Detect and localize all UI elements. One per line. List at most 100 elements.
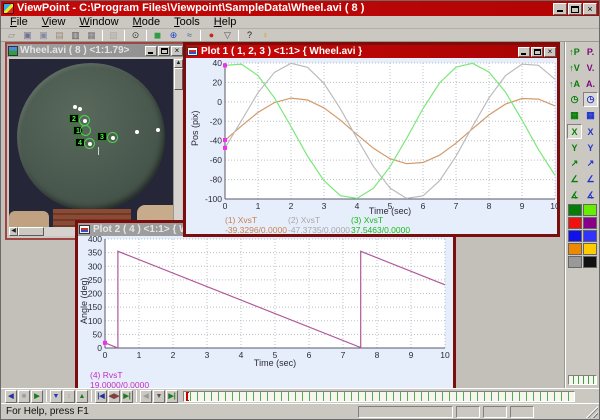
time-clock-a-button[interactable]: ◷	[567, 92, 582, 107]
main-title-bar[interactable]: ViewPoint - C:\Program Files\Viewpoint\S…	[1, 1, 599, 16]
marker-icon[interactable]: ●	[204, 29, 219, 41]
horizontal-scroll-thumb[interactable]	[18, 227, 44, 236]
menu-mode[interactable]: Mode	[126, 16, 168, 29]
data-table-b-button[interactable]: ▦	[583, 108, 598, 123]
frame-hold-button[interactable]: ↕	[63, 389, 75, 403]
plot-curve-icon[interactable]: ≈	[182, 29, 197, 41]
speed-up-button[interactable]: ▲	[76, 389, 88, 403]
key-tip-icon[interactable]: ♀	[258, 29, 273, 41]
stop-button[interactable]: ■	[18, 389, 30, 403]
timeline-position-cursor[interactable]	[186, 391, 189, 401]
frame-timeline[interactable]	[183, 390, 575, 402]
x-axis-b-button[interactable]: X	[583, 124, 598, 139]
marker-label-3: 3	[97, 132, 107, 141]
vector-a-button[interactable]: ↗	[567, 156, 582, 171]
filter-icon[interactable]: ▽	[220, 29, 235, 41]
marker-dot	[111, 136, 115, 140]
plot1-title-bar[interactable]: Plot 1 ( 1, 2, 3 ) <1:1> { Wheel.avi } ×	[186, 45, 557, 58]
last-frame-button[interactable]: ▶|	[121, 389, 133, 403]
color-swatch-3-1[interactable]	[583, 243, 597, 255]
color-swatch-0-0[interactable]	[568, 204, 582, 216]
plot-position-a-button[interactable]: ↑P	[567, 44, 582, 59]
export-icon[interactable]: ▤	[52, 29, 67, 41]
video-window: Wheel.avi ( 8 ) <1:1.79> × 2143 ▲ ◀	[5, 42, 186, 240]
menu-window[interactable]: Window	[72, 16, 125, 29]
play-forward-button[interactable]: ▶	[31, 389, 43, 403]
play-reverse-button[interactable]: ◀	[5, 389, 17, 403]
color-swatch-3-0[interactable]	[568, 243, 582, 255]
svg-text:200: 200	[88, 289, 102, 299]
maximize-button[interactable]	[568, 2, 582, 15]
feature-dot	[78, 107, 82, 111]
step-back-button[interactable]: ◀	[140, 389, 152, 403]
minimize-button[interactable]	[553, 2, 567, 15]
menu-help[interactable]: Help	[207, 16, 244, 29]
print-icon[interactable]: ▥	[68, 29, 83, 41]
color-swatch-4-1[interactable]	[583, 256, 597, 268]
menu-file[interactable]: File	[3, 16, 35, 29]
video-frame-icon[interactable]: ◼	[150, 29, 165, 41]
video-vertical-scrollbar[interactable]: ▲	[173, 59, 183, 229]
video-minimize-button[interactable]	[145, 45, 157, 56]
mini-scale-ruler[interactable]	[568, 375, 597, 385]
properties-icon[interactable]: ▦	[84, 29, 99, 41]
svg-text:40: 40	[213, 58, 223, 68]
plot-position-b-button[interactable]: P.	[583, 44, 598, 59]
status-bar: For Help, press F1	[1, 403, 599, 419]
speed-down-button[interactable]: ▼	[50, 389, 62, 403]
vertical-scroll-thumb[interactable]	[174, 68, 183, 90]
plot1-x-axis-label: Time (sec)	[368, 206, 412, 216]
data-table-a-button[interactable]: ▦	[567, 108, 582, 123]
plot1-minimize-button[interactable]	[518, 46, 530, 57]
plot1-maximize-button[interactable]	[531, 46, 543, 57]
open-icon[interactable]: ▱	[4, 29, 19, 41]
angle-a-button[interactable]: ∠	[567, 172, 582, 187]
color-swatch-1-1[interactable]	[583, 217, 597, 229]
y-axis-b-button[interactable]: Y	[583, 140, 598, 155]
copy-icon[interactable]: ▧	[106, 29, 121, 41]
color-swatch-1-0[interactable]	[568, 217, 582, 229]
legend-entry: (4) RvsT 19.0000/0.0000	[90, 370, 150, 388]
video-frame-view[interactable]: 2143	[9, 59, 175, 231]
color-swatch-0-1[interactable]	[583, 204, 597, 216]
angle-arc-a-button[interactable]: ∡	[567, 188, 582, 203]
x-axis-a-button[interactable]: X	[567, 124, 582, 139]
context-help-icon[interactable]: ?	[242, 29, 257, 41]
vector-b-button[interactable]: ↗	[583, 156, 598, 171]
plot1-chart-area[interactable]: 0 1 2 3 4 5 6 7 8 9 1040200-20-40-60-80-100	[186, 58, 560, 211]
save-as-icon[interactable]: ▣	[36, 29, 51, 41]
plot-velocity-a-button[interactable]: ↑V	[567, 60, 582, 75]
mark-frame-button[interactable]: ▼	[153, 389, 165, 403]
menu-tools[interactable]: Tools	[167, 16, 207, 29]
video-maximize-button[interactable]	[158, 45, 170, 56]
scroll-up-arrow[interactable]: ▲	[174, 59, 183, 68]
resize-grip[interactable]	[586, 406, 598, 418]
legend-entry: (1) XvsT -39.3296/0.0000	[225, 215, 287, 235]
scroll-left-arrow[interactable]: ◀	[9, 227, 18, 236]
feature-dot	[156, 128, 160, 132]
angle-arc-b-button[interactable]: ∡	[583, 188, 598, 203]
angle-b-button[interactable]: ∠	[583, 172, 598, 187]
video-close-button[interactable]: ×	[171, 45, 183, 56]
color-swatch-2-0[interactable]	[568, 230, 582, 242]
color-swatch-4-0[interactable]	[568, 256, 582, 268]
video-window-title-bar[interactable]: Wheel.avi ( 8 ) <1:1.79> ×	[7, 44, 184, 57]
target-icon[interactable]: ⊕	[166, 29, 181, 41]
bounce-play-button[interactable]: ◀▶	[108, 389, 120, 403]
plot1-close-button[interactable]: ×	[544, 46, 556, 57]
plot-accel-a-button[interactable]: ↑A	[567, 76, 582, 91]
first-frame-button[interactable]: |◀	[95, 389, 107, 403]
color-swatch-2-1[interactable]	[583, 230, 597, 242]
viewpoint-main-window: ViewPoint - C:\Program Files\Viewpoint\S…	[0, 0, 600, 420]
close-button[interactable]: ×	[583, 2, 597, 15]
step-forward-button[interactable]: ▶|	[166, 389, 178, 403]
save-icon[interactable]: ▣	[20, 29, 35, 41]
toolbar-separator	[146, 29, 147, 41]
analysis-toolbar: ↑P P. ↑V V. ↑A A. ◷ ◷ ▦ ▦ X X Y Y ↗ ↗ ∠ ∠ ∡ ∡	[565, 42, 599, 388]
plot-accel-b-button[interactable]: A.	[583, 76, 598, 91]
zoom-icon[interactable]: ⊙	[128, 29, 143, 41]
menu-view[interactable]: View	[35, 16, 73, 29]
plot-velocity-b-button[interactable]: V.	[583, 60, 598, 75]
y-axis-a-button[interactable]: Y	[567, 140, 582, 155]
time-clock-b-button[interactable]: ◷	[583, 92, 598, 107]
